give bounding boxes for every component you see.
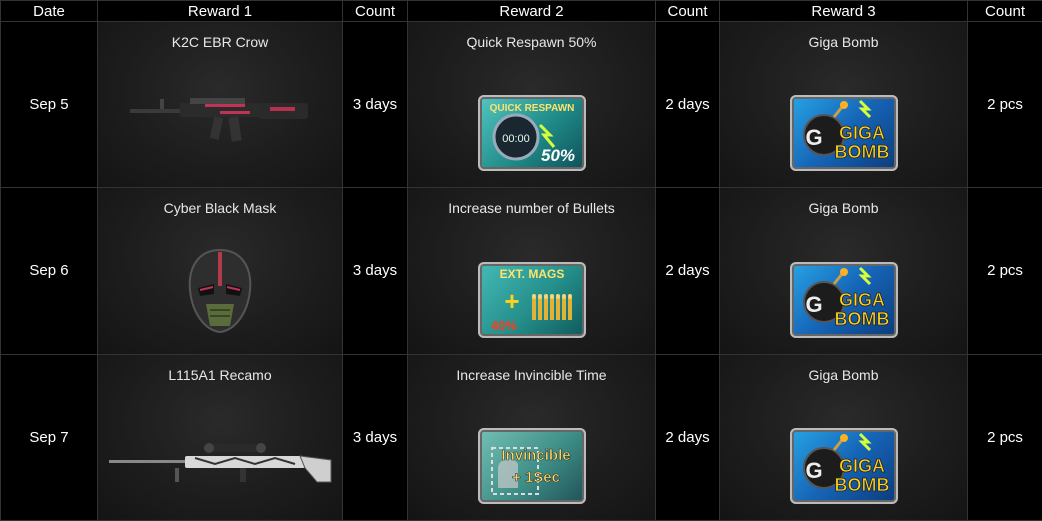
reward-name: Giga Bomb (808, 34, 879, 50)
reward-2-cell: Quick Respawn 50% 00:00 QUICK RESPAWN 50… (407, 20, 656, 189)
badge-label: 50% (540, 146, 574, 165)
header-date: Date (0, 0, 98, 22)
count-cell: 2 pcs (967, 353, 1042, 521)
count-cell: 2 days (655, 20, 720, 189)
badge-label: 00:00 (502, 133, 530, 145)
badge-label: GIGA (838, 456, 884, 476)
table-row: Sep 5 K2C EBR Crow 3 days Quick Respawn … (0, 20, 1042, 189)
reward-2-cell: Increase number of Bullets EXT. MAGS + 4… (407, 187, 656, 355)
ext-mags-icon: EXT. MAGS + 40% (477, 261, 586, 338)
reward-name: K2C EBR Crow (171, 34, 269, 50)
reward-2-cell: Increase Invincible Time Invincible + 1S… (407, 353, 656, 521)
giga-bomb-icon: G GIGA BOMB (789, 261, 898, 338)
mask-icon (188, 248, 252, 333)
badge-label: BOMB (834, 309, 889, 329)
reward-3-cell: Giga Bomb G GIGA BOMB (719, 20, 968, 189)
reward-name: Increase Invincible Time (456, 366, 607, 383)
badge-label: GIGA (838, 123, 884, 143)
reward-name: Giga Bomb (808, 366, 879, 383)
reward-name: L115A1 Recamo (168, 366, 272, 383)
header-reward-2: Reward 2 (407, 0, 656, 22)
count-cell: 3 days (342, 187, 408, 355)
badge-label: + (504, 286, 519, 316)
count-cell: 3 days (342, 20, 408, 189)
badge-label: + 1Sec (512, 469, 560, 486)
badge-label: BOMB (834, 142, 889, 162)
count-cell: 2 pcs (967, 20, 1042, 189)
reward-3-cell: Giga Bomb G GIGA BOMB (719, 187, 968, 355)
count-cell: 3 days (342, 353, 408, 521)
invincible-icon: Invincible + 1Sec (477, 428, 586, 504)
header-count-3: Count (967, 0, 1042, 22)
table-row: Sep 7 L115A1 Recamo 3 days Increase Invi… (0, 353, 1042, 521)
reward-name: Increase number of Bullets (448, 200, 615, 217)
badge-label: Invincible (501, 447, 570, 464)
badge-label: 40% (490, 318, 516, 333)
giga-bomb-icon: G GIGA BOMB (789, 95, 898, 172)
giga-bomb-icon: G GIGA BOMB (789, 428, 898, 504)
reward-name: Cyber Black Mask (163, 200, 277, 217)
rifle-icon (130, 98, 308, 142)
reward-3-cell: Giga Bomb G GIGA BOMB (719, 353, 968, 521)
sniper-rifle-icon (109, 443, 332, 483)
header-count-1: Count (342, 0, 408, 22)
badge-label: G (805, 125, 822, 150)
badge-label: G (805, 458, 822, 483)
date-cell: Sep 6 (0, 187, 98, 355)
header-reward-1: Reward 1 (97, 0, 343, 22)
reward-1-cell: K2C EBR Crow (97, 20, 343, 189)
reward-name: Giga Bomb (808, 200, 879, 217)
badge-label: BOMB (834, 475, 889, 495)
reward-name: Quick Respawn 50% (466, 34, 597, 50)
reward-1-cell: Cyber Black Mask (97, 187, 343, 355)
reward-1-cell: L115A1 Recamo (97, 353, 343, 521)
header-row: Date Reward 1 Count Reward 2 Count Rewar… (0, 0, 1042, 22)
badge-label: GIGA (838, 290, 884, 310)
header-reward-3: Reward 3 (719, 0, 968, 22)
count-cell: 2 pcs (967, 187, 1042, 355)
quick-respawn-icon: 00:00 QUICK RESPAWN 50% (477, 95, 586, 172)
header-count-2: Count (655, 0, 720, 22)
count-cell: 2 days (655, 187, 720, 355)
table-row: Sep 6 Cyber Black Mask 3 days Increase n… (0, 187, 1042, 355)
date-cell: Sep 5 (0, 20, 98, 189)
rewards-table: Date Reward 1 Count Reward 2 Count Rewar… (0, 0, 1042, 521)
count-cell: 2 days (655, 353, 720, 521)
badge-label: EXT. MAGS (499, 267, 564, 281)
date-cell: Sep 7 (0, 353, 98, 521)
badge-label: G (805, 292, 822, 317)
badge-label: QUICK RESPAWN (489, 103, 574, 114)
